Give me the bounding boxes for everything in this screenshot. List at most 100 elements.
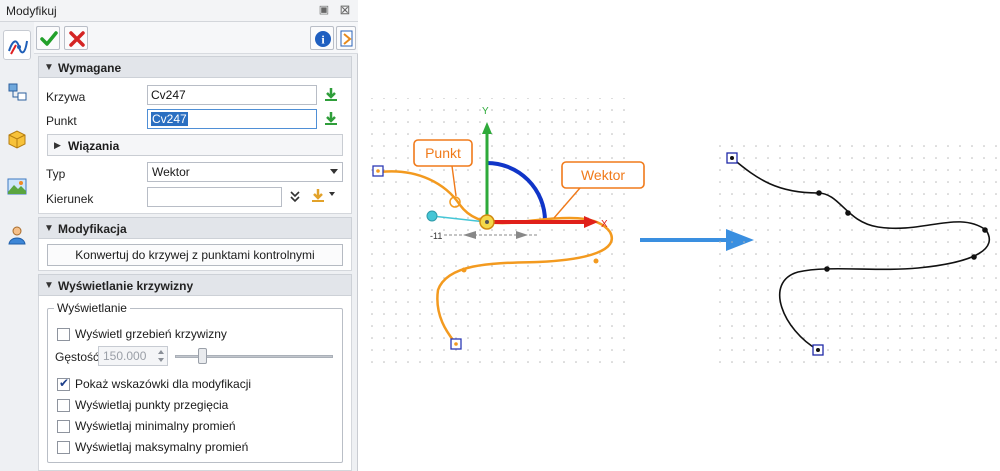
tab-tree-structure[interactable] <box>3 78 31 108</box>
modification-section-header[interactable]: ▼ Modyfikacja <box>38 217 352 239</box>
pick-download-icon[interactable] <box>323 111 339 127</box>
required-section: ▼ Wymagane Krzywa Cv247 Punkt Cv247 ▶ Wi… <box>38 56 352 214</box>
checkbox-box <box>57 441 70 454</box>
collapse-triangle-icon: ▼ <box>44 223 54 234</box>
spin-down-icon[interactable] <box>158 358 164 362</box>
side-tab-strip <box>0 22 34 471</box>
control-point-marker[interactable] <box>461 267 467 273</box>
modification-section-body: Konwertuj do krzywej z punktami kontroln… <box>38 239 352 271</box>
curvature-comb-label: Wyświetl grzebień krzywizny <box>75 327 227 341</box>
max-radius-label: Wyświetlaj maksymalny promień <box>75 440 249 454</box>
dimension-value: -11 <box>430 231 442 241</box>
panel-title: Modyfikuj <box>6 4 57 18</box>
cancel-button[interactable] <box>64 26 88 50</box>
point-label: Punkt <box>46 114 77 128</box>
grid-background-after <box>718 142 998 366</box>
modification-section-title: Modyfikacja <box>58 222 127 236</box>
inflection-points-label: Wyświetlaj punkty przegięcia <box>75 398 229 412</box>
control-point-marker[interactable] <box>824 266 830 272</box>
type-label: Typ <box>46 167 66 181</box>
help-book-icon <box>340 30 353 47</box>
pin-icon[interactable]: ▣ <box>318 4 330 16</box>
curvature-comb-checkbox[interactable]: Wyświetl grzebień krzywizny <box>57 327 317 343</box>
curvature-display-section: ▼ Wyświetlanie krzywizny Wyświetlanie Wy… <box>38 274 352 471</box>
density-value: 150.000 <box>103 349 147 363</box>
density-label: Gęstość <box>55 350 100 364</box>
modification-hints-checkbox[interactable]: ✔ Pokaż wskazówki dla modyfikacji <box>57 376 317 393</box>
required-section-title: Wymagane <box>58 61 122 75</box>
constraints-subsection-header[interactable]: ▶ Wiązania <box>47 134 343 156</box>
modification-section: ▼ Modyfikacja Konwertuj do krzywej z pun… <box>38 217 352 271</box>
modify-panel: Modyfikuj ▣ ⊠ i ▼ Wymagane Krzywa Cv247 … <box>0 0 358 471</box>
info-button[interactable]: i <box>310 26 334 50</box>
checkmark-icon: ✔ <box>59 376 70 390</box>
help-button[interactable] <box>336 26 356 50</box>
grid-background-before <box>370 98 626 366</box>
display-group-label: Wyświetlanie <box>54 301 130 315</box>
modification-hints-label: Pokaż wskazówki dla modyfikacji <box>75 377 252 391</box>
dropdown-arrow-icon[interactable] <box>329 192 335 196</box>
density-slider-thumb[interactable] <box>197 348 207 364</box>
required-section-body: Krzywa Cv247 Punkt Cv247 ▶ Wiązania Typ <box>38 78 352 214</box>
x-axis-label: X <box>601 219 608 230</box>
chevron-down-icon <box>330 169 338 174</box>
box-part-icon <box>8 130 26 149</box>
checkmark-icon <box>40 31 58 46</box>
min-radius-label: Wyświetlaj minimalny promień <box>75 419 236 433</box>
tab-curve-modify[interactable] <box>3 30 31 60</box>
collapse-triangle-icon: ▼ <box>44 280 54 291</box>
density-spinner[interactable]: 150.000 <box>98 346 168 366</box>
callout-point-text: Punkt <box>425 145 461 161</box>
direction-field[interactable] <box>147 187 282 207</box>
collapse-triangle-icon: ▼ <box>44 62 54 73</box>
display-groupbox: Wyświetlanie Wyświetl grzebień krzywizny… <box>47 301 343 463</box>
min-radius-checkbox[interactable]: Wyświetlaj minimalny promień <box>57 419 317 435</box>
tab-render-image[interactable] <box>3 172 31 202</box>
control-point-marker[interactable] <box>982 227 988 233</box>
curve-illustration: -11 Y X Punkt Wektor <box>358 0 1000 471</box>
constraints-title: Wiązania <box>68 139 120 153</box>
curve-label: Krzywa <box>46 90 86 104</box>
tree-structure-icon <box>8 83 27 101</box>
spin-up-icon[interactable] <box>158 350 164 354</box>
inflection-points-checkbox[interactable]: Wyświetlaj punkty przegięcia <box>57 398 317 414</box>
tab-box-part[interactable] <box>3 124 31 154</box>
curvature-display-section-header[interactable]: ▼ Wyświetlanie krzywizny <box>38 274 352 296</box>
panel-title-bar: Modyfikuj ▣ ⊠ <box>0 0 358 22</box>
type-select[interactable]: Wektor <box>147 162 343 182</box>
y-axis-label: Y <box>482 106 489 117</box>
ok-button[interactable] <box>36 26 60 50</box>
render-image-icon <box>7 178 27 195</box>
close-icon[interactable]: ⊠ <box>338 3 352 17</box>
type-select-value: Wektor <box>152 165 190 179</box>
control-point-marker[interactable] <box>845 210 851 216</box>
max-radius-checkbox[interactable]: Wyświetlaj maksymalny promień <box>57 440 317 456</box>
user-icon <box>8 226 26 245</box>
checkbox-box <box>57 420 70 433</box>
point-field-value: Cv247 <box>151 112 188 126</box>
curve-field[interactable]: Cv247 <box>147 85 317 105</box>
double-chevron-down-icon[interactable] <box>288 190 302 204</box>
expand-triangle-icon: ▶ <box>54 140 61 150</box>
panel-toolbar: i <box>34 22 358 54</box>
info-icon: i <box>315 31 331 47</box>
curve-modify-icon <box>8 40 28 55</box>
tangent-handle-end[interactable] <box>426 210 438 222</box>
callout-vector-text: Wektor <box>581 167 625 183</box>
control-point-marker[interactable] <box>971 254 977 260</box>
checkbox-box <box>57 328 70 341</box>
convert-to-control-points-button[interactable]: Konwertuj do krzywej z punktami kontroln… <box>47 244 343 266</box>
pick-download-icon[interactable] <box>323 87 339 103</box>
pick-direction-icon[interactable] <box>310 188 326 204</box>
curvature-display-section-title: Wyświetlanie krzywizny <box>58 279 194 293</box>
required-section-header[interactable]: ▼ Wymagane <box>38 56 352 78</box>
tab-user[interactable] <box>3 220 31 250</box>
control-point-marker[interactable] <box>816 190 822 196</box>
control-point-marker[interactable] <box>593 258 599 264</box>
panel-content: ▼ Wymagane Krzywa Cv247 Punkt Cv247 ▶ Wi… <box>38 56 352 471</box>
direction-label: Kierunek <box>46 192 94 206</box>
cross-icon <box>69 31 85 47</box>
checkbox-box <box>57 399 70 412</box>
checkbox-box: ✔ <box>57 376 70 391</box>
point-field[interactable]: Cv247 <box>147 109 317 129</box>
